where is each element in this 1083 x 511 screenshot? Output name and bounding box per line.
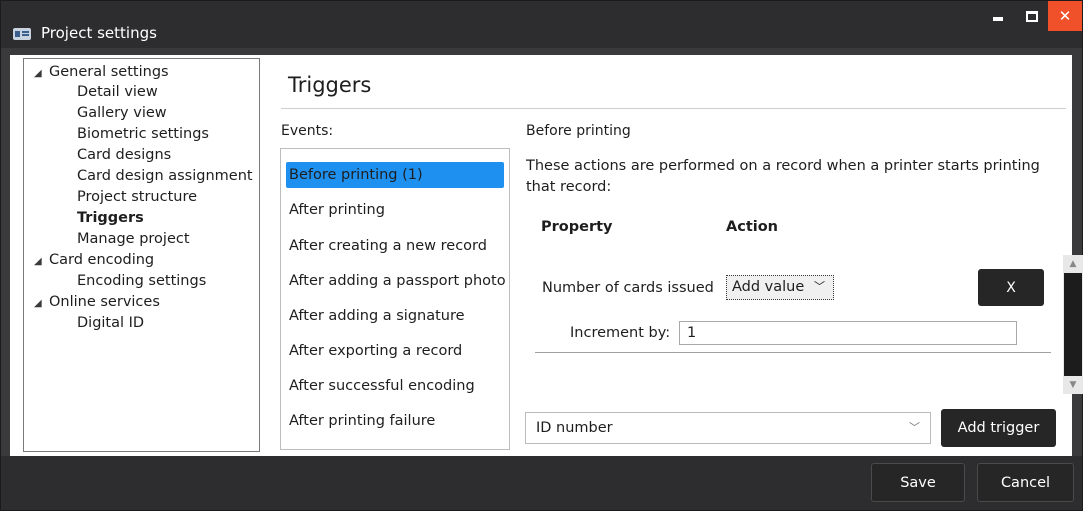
event-item-after-successful-encoding[interactable]: After successful encoding: [286, 373, 504, 399]
close-button[interactable]: ✕: [1048, 1, 1082, 31]
event-item-after-exporting-record[interactable]: After exporting a record: [286, 338, 504, 364]
trigger-row-divider: [535, 352, 1051, 353]
tree-item-digital-id[interactable]: Digital ID: [77, 314, 144, 332]
page-title: Triggers: [288, 73, 372, 97]
increment-label: Increment by:: [570, 325, 671, 341]
tree-item-biometric-settings[interactable]: Biometric settings: [77, 125, 209, 143]
tree-item-card-design-assignment[interactable]: Card design assignment: [77, 167, 253, 185]
property-column-header: Property: [541, 219, 613, 235]
tree-item-encoding-settings[interactable]: Encoding settings: [77, 272, 206, 290]
tree-item-project-structure[interactable]: Project structure: [77, 188, 197, 206]
tree-group-online-services[interactable]: ◢ Online services: [34, 293, 160, 313]
id-card-icon: [13, 28, 31, 40]
window-title: Project settings: [41, 24, 157, 42]
action-dropdown-value: Add value: [732, 279, 805, 295]
maximize-icon: [1026, 10, 1038, 22]
event-item-after-printing[interactable]: After printing: [286, 197, 504, 223]
tree-item-card-designs[interactable]: Card designs: [77, 146, 171, 164]
event-item-before-printing[interactable]: Before printing (1): [286, 162, 504, 188]
tree-item-detail-view[interactable]: Detail view: [77, 83, 158, 101]
minimize-icon: [993, 17, 1003, 21]
cancel-button[interactable]: Cancel: [977, 463, 1074, 502]
section-description: These actions are performed on a record …: [526, 158, 1040, 195]
scroll-thumb[interactable]: [1064, 273, 1082, 376]
tree-group-general-settings[interactable]: ◢ General settings: [34, 63, 169, 83]
trigger-field-value: ID number: [536, 420, 613, 436]
chevron-down-icon: ﹀: [909, 421, 920, 434]
dialog-footer: Save Cancel: [1, 456, 1082, 510]
trigger-list-scrollbar[interactable]: ▲ ▼: [1063, 255, 1083, 394]
scroll-up-icon[interactable]: ▲: [1063, 255, 1083, 273]
expanded-arrow-icon[interactable]: ◢: [34, 65, 49, 83]
event-item-after-adding-passport-photo[interactable]: After adding a passport photo: [286, 268, 506, 294]
tree-item-gallery-view[interactable]: Gallery view: [77, 104, 167, 122]
event-item-after-printing-failure[interactable]: After printing failure: [286, 408, 504, 434]
increment-input[interactable]: 1: [679, 321, 1017, 345]
settings-tree: ◢ General settings Detail view Gallery vi…: [23, 58, 260, 452]
events-label: Events:: [281, 123, 334, 139]
project-settings-window: Project settings ✕ ◢ General settings Det…: [0, 0, 1083, 511]
events-list: Before printing (1) After printing After…: [280, 148, 510, 450]
action-column-header: Action: [726, 219, 779, 235]
event-item-after-creating-record[interactable]: After creating a new record: [286, 233, 504, 259]
scroll-down-icon[interactable]: ▼: [1063, 376, 1083, 394]
close-icon: ✕: [1058, 7, 1072, 25]
tree-item-manage-project[interactable]: Manage project: [77, 230, 190, 248]
settings-content: ◢ General settings Detail view Gallery vi…: [10, 55, 1083, 456]
maximize-button[interactable]: [1015, 1, 1049, 31]
title-divider: [281, 108, 1066, 109]
section-title: Before printing: [526, 123, 631, 139]
title-bar[interactable]: Project settings ✕: [1, 1, 1082, 48]
tree-group-card-encoding[interactable]: ◢ Card encoding: [34, 251, 154, 271]
remove-trigger-button[interactable]: X: [978, 269, 1044, 306]
event-item-after-adding-signature[interactable]: After adding a signature: [286, 303, 504, 329]
action-dropdown[interactable]: Add value ﹀: [726, 275, 834, 300]
trigger-property-label: Number of cards issued: [542, 280, 714, 296]
tree-group-label: General settings: [49, 64, 169, 80]
expanded-arrow-icon[interactable]: ◢: [34, 295, 49, 313]
add-trigger-button[interactable]: Add trigger: [941, 409, 1056, 447]
tree-item-triggers[interactable]: Triggers: [77, 209, 144, 227]
expanded-arrow-icon[interactable]: ◢: [34, 253, 49, 271]
minimize-button[interactable]: [981, 1, 1015, 31]
chevron-down-icon: ﹀: [814, 280, 825, 293]
tree-group-label: Card encoding: [49, 252, 155, 268]
save-button[interactable]: Save: [871, 463, 965, 502]
tree-group-label: Online services: [49, 294, 160, 310]
trigger-field-dropdown[interactable]: ID number ﹀: [525, 412, 931, 444]
